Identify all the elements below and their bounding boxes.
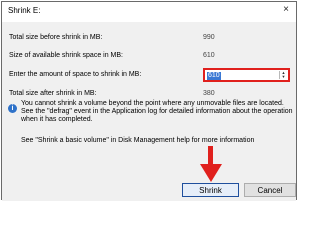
total-size-before-label: Total size before shrink in MB: [9, 34, 103, 41]
red-arrow-stem [208, 146, 213, 165]
total-size-after-value: 380 [203, 90, 215, 97]
spinner-down-icon[interactable]: ▼ [280, 75, 287, 79]
shrink-amount-input[interactable]: 610 ▲ ▼ [203, 68, 290, 82]
shrink-button[interactable]: Shrink [182, 183, 239, 197]
shrink-limit-note: You cannot shrink a volume beyond the po… [21, 100, 293, 123]
shrink-amount-spinner[interactable]: ▲ ▼ [279, 71, 287, 79]
shrink-amount-label: Enter the amount of space to shrink in M… [9, 71, 142, 78]
help-note: See "Shrink a basic volume" in Disk Mana… [21, 137, 255, 144]
title-bar: Shrink E: × [2, 2, 296, 22]
available-shrink-space-label: Size of available shrink space in MB: [9, 52, 123, 59]
total-size-before-value: 990 [203, 34, 215, 41]
close-icon[interactable]: × [283, 5, 289, 15]
total-size-after-label: Total size after shrink in MB: [9, 90, 97, 97]
shrink-amount-value[interactable]: 610 [207, 72, 221, 80]
dialog-title: Shrink E: [8, 6, 41, 15]
info-icon: i [8, 104, 17, 113]
screen: Shrink E: × Total size before shrink in … [0, 0, 300, 203]
shrink-dialog: Shrink E: × Total size before shrink in … [1, 1, 297, 201]
cancel-button[interactable]: Cancel [244, 183, 296, 197]
available-shrink-space-value: 610 [203, 52, 215, 59]
red-arrow-icon [200, 164, 222, 182]
